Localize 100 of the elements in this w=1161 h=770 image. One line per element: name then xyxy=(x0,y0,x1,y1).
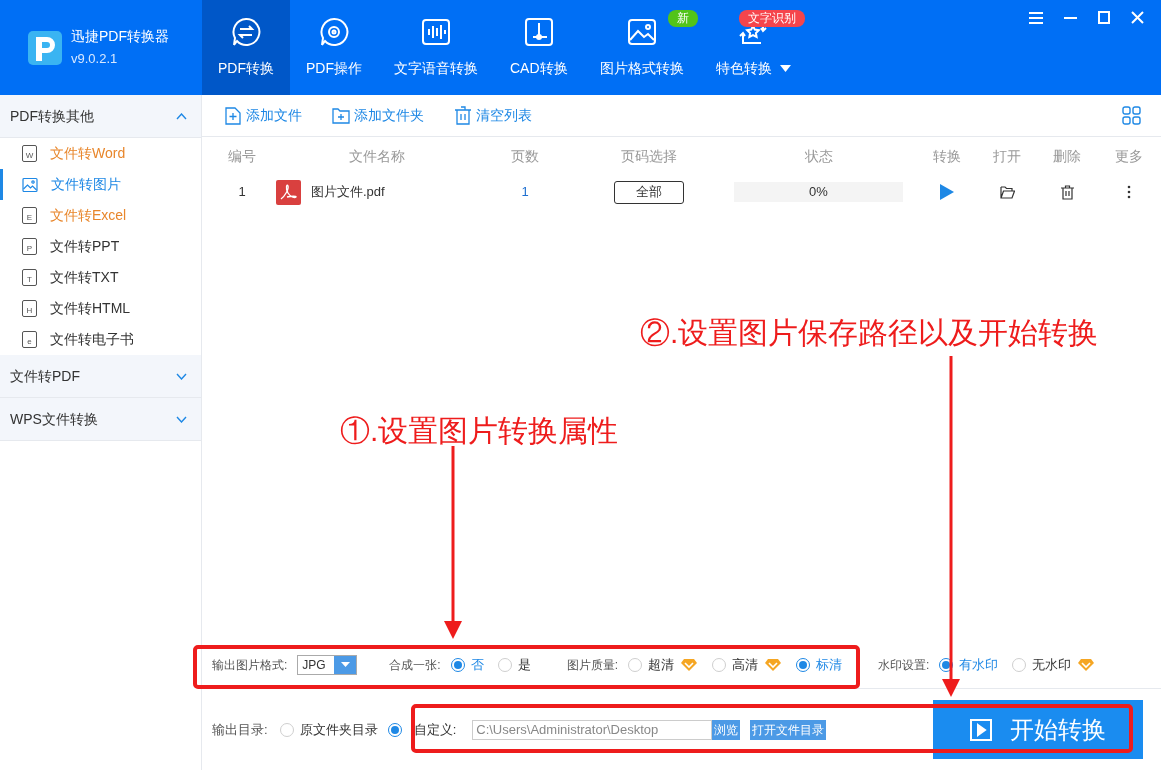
folder-add-icon xyxy=(332,106,350,125)
file-add-icon xyxy=(224,106,242,125)
setting-label: 图片质量: xyxy=(566,656,619,674)
app-version: v9.0.2.1 xyxy=(71,50,119,69)
badge: 新 xyxy=(667,10,698,27)
option-label: 自定义: xyxy=(413,720,457,739)
page-count: 1 xyxy=(521,183,529,202)
trash-icon[interactable] xyxy=(1060,184,1074,200)
gear-icon xyxy=(318,16,350,48)
document-icon: T xyxy=(22,269,37,286)
option-label: 高清 xyxy=(732,655,759,674)
format-dropdown[interactable]: JPG xyxy=(297,654,358,675)
sidebar-item[interactable]: T 文件转TXT xyxy=(0,262,201,293)
option-label: 标清 xyxy=(816,655,843,674)
nav-tab[interactable]: CAD转换 xyxy=(494,0,584,95)
nav-label: 文字语音转换 xyxy=(394,59,478,78)
chevron-down-icon xyxy=(176,372,187,380)
annotation-text: ②.设置图片保存路径以及开始转换 xyxy=(640,315,1099,351)
nav-label: 图片格式转换 xyxy=(599,59,684,78)
option-label: 原文件夹目录 xyxy=(299,720,378,739)
column-header: 文件名称 xyxy=(349,146,405,166)
toolbar-button[interactable]: 添加文件 xyxy=(224,105,302,126)
image-icon xyxy=(625,16,658,48)
sound-wave-icon xyxy=(420,16,452,48)
option-label: 否 xyxy=(470,655,484,674)
column-header: 页数 xyxy=(511,146,539,166)
annotation-text: ①.设置图片转换属性 xyxy=(340,413,619,449)
nav-tab[interactable]: 文字识别 特色转换 xyxy=(699,0,807,95)
option-label: 无水印 xyxy=(1032,655,1072,674)
toolbar-button[interactable]: 添加文件夹 xyxy=(332,105,424,126)
radio-button[interactable] xyxy=(450,657,465,672)
document-icon: E xyxy=(22,207,37,224)
radio-button[interactable] xyxy=(279,722,294,737)
grid-view-icon[interactable] xyxy=(1122,106,1141,125)
caret-icon xyxy=(340,662,350,667)
play-icon xyxy=(970,718,992,741)
open-folder-button[interactable]: 打开文件目录 xyxy=(750,719,827,740)
sidebar-item[interactable]: 文件转图片 xyxy=(0,169,201,200)
nav-label: CAD转换 xyxy=(510,59,568,78)
sidebar-item[interactable]: W 文件转Word xyxy=(0,138,201,169)
chevron-up-icon xyxy=(176,112,187,120)
group-title: PDF转换其他 xyxy=(10,106,94,126)
sidebar-item[interactable]: e 文件转电子书 xyxy=(0,324,201,355)
row-number: 1 xyxy=(238,183,246,202)
output-label: 输出目录: xyxy=(212,720,268,739)
file-name: 图片文件.pdf xyxy=(311,183,385,202)
document-icon: H xyxy=(22,300,37,317)
trash-icon xyxy=(454,106,472,125)
radio-button[interactable] xyxy=(387,722,402,737)
menu-icon[interactable] xyxy=(1029,11,1043,25)
swap-icon xyxy=(230,16,262,48)
sidebar-item[interactable]: E 文件转Excel xyxy=(0,200,201,231)
caret-icon xyxy=(779,65,791,72)
page-select-button[interactable]: 全部 xyxy=(614,180,684,204)
browse-button[interactable]: 浏览 xyxy=(712,719,741,740)
nav-tab[interactable]: 文字语音转换 xyxy=(378,0,494,95)
sidebar-group-header[interactable]: 文件转PDF xyxy=(0,355,201,398)
nav-label: 特色转换 xyxy=(715,59,772,78)
drafting-icon xyxy=(522,16,555,48)
column-header: 删除 xyxy=(1053,146,1081,166)
app-logo-icon xyxy=(28,30,62,65)
chevron-down-icon xyxy=(176,415,187,423)
sidebar-item[interactable]: P 文件转PPT xyxy=(0,231,201,262)
setting-label: 水印设置: xyxy=(878,656,930,674)
toolbar-button[interactable]: 清空列表 xyxy=(454,105,532,126)
column-header: 转换 xyxy=(933,146,961,166)
nav-label: PDF操作 xyxy=(306,59,362,78)
sidebar-item[interactable]: H 文件转HTML xyxy=(0,293,201,324)
radio-button[interactable] xyxy=(712,657,727,672)
nav-tab[interactable]: PDF转换 xyxy=(202,0,290,95)
pdf-file-icon xyxy=(276,179,301,205)
maximize-icon[interactable] xyxy=(1098,11,1110,24)
folder-icon[interactable] xyxy=(999,185,1015,199)
radio-button[interactable] xyxy=(1012,657,1027,672)
nav-label: PDF转换 xyxy=(218,59,274,78)
option-label: 有水印 xyxy=(959,655,999,674)
radio-button[interactable] xyxy=(628,657,643,672)
nav-tab[interactable]: PDF操作 xyxy=(290,0,378,95)
sidebar-group-header[interactable]: PDF转换其他 xyxy=(0,95,201,138)
radio-button[interactable] xyxy=(497,657,512,672)
more-icon[interactable] xyxy=(1127,185,1131,199)
option-label: 超清 xyxy=(648,655,675,674)
column-header: 打开 xyxy=(993,146,1021,166)
option-label: 是 xyxy=(517,655,531,674)
setting-label: 输出图片格式: xyxy=(212,656,288,674)
image-icon xyxy=(22,176,38,193)
radio-button[interactable] xyxy=(796,657,811,672)
document-icon: W xyxy=(22,145,37,162)
column-header: 编号 xyxy=(228,146,256,166)
play-icon[interactable] xyxy=(940,184,954,200)
path-field[interactable]: C:\Users\Administrator\Desktop xyxy=(472,719,713,740)
sidebar-group-header[interactable]: WPS文件转换 xyxy=(0,398,201,441)
group-title: 文件转PDF xyxy=(10,366,80,386)
document-icon: P xyxy=(22,238,37,255)
close-icon[interactable] xyxy=(1131,11,1144,24)
setting-label: 合成一张: xyxy=(389,656,441,674)
badge: 文字识别 xyxy=(738,10,805,27)
column-header: 更多 xyxy=(1115,146,1143,166)
nav-tab[interactable]: 新 图片格式转换 xyxy=(583,0,700,95)
group-title: WPS文件转换 xyxy=(10,409,98,429)
